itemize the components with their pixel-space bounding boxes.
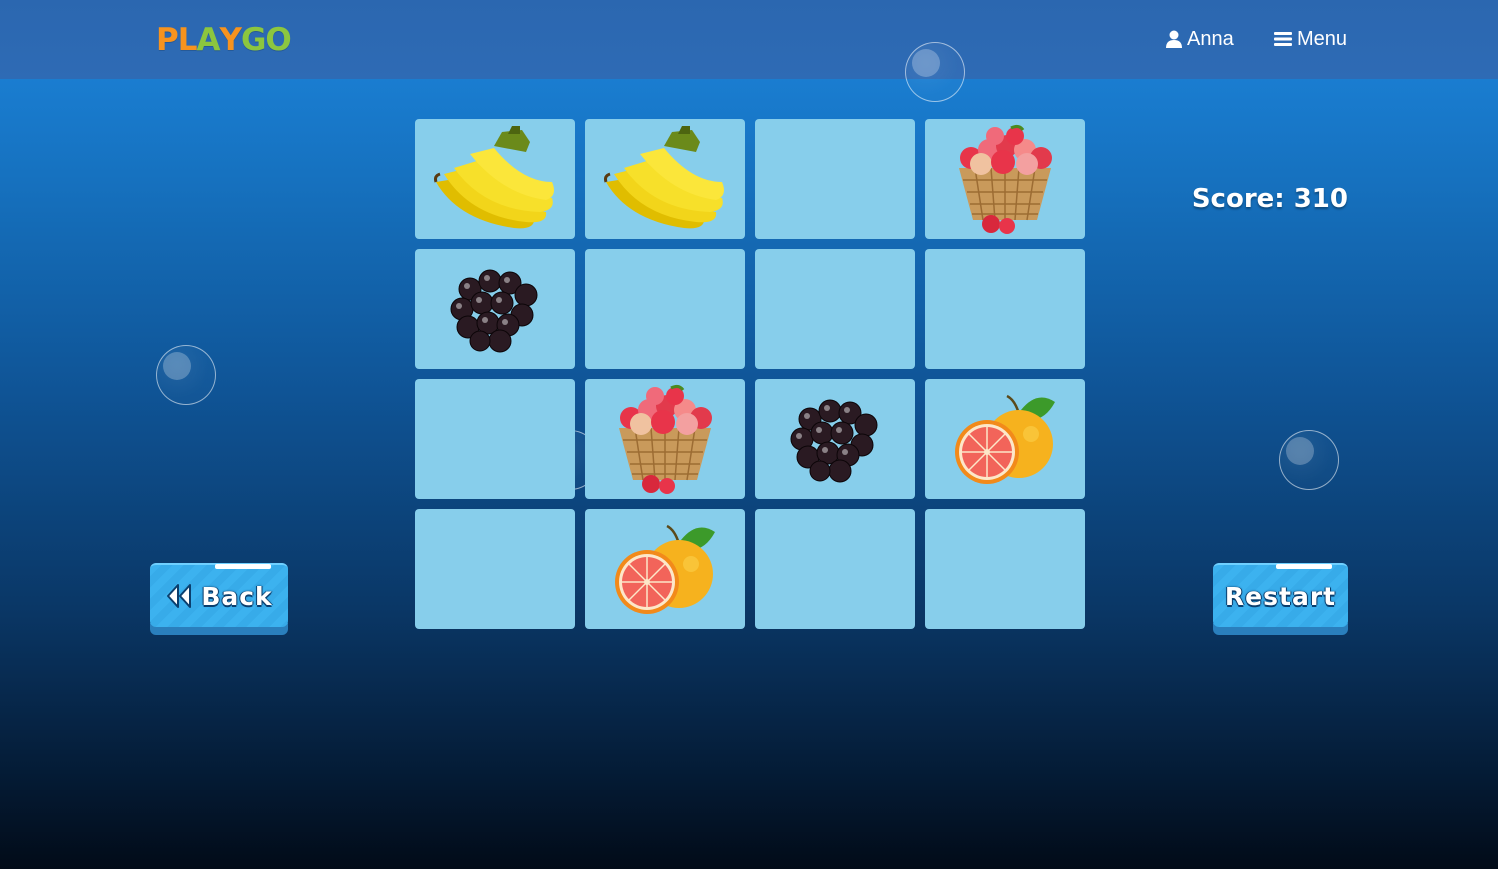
- grapefruit-image: [945, 384, 1065, 494]
- hamburger-icon: [1274, 32, 1292, 46]
- memory-card[interactable]: [585, 509, 745, 629]
- decorative-bubble: [905, 42, 965, 102]
- back-button-face: Back: [150, 563, 288, 627]
- memory-card[interactable]: [925, 379, 1085, 499]
- logo-letter: P: [156, 22, 179, 58]
- user-account-link[interactable]: Anna: [1166, 26, 1234, 52]
- menu-label: Menu: [1297, 27, 1348, 50]
- decorative-bubble: [156, 345, 216, 405]
- memory-card[interactable]: [415, 509, 575, 629]
- memory-card[interactable]: [415, 379, 575, 499]
- memory-card-board: [415, 119, 1085, 629]
- memory-card[interactable]: [755, 379, 915, 499]
- score-display: Score: 310: [1191, 184, 1348, 214]
- back-button-label: Back: [201, 581, 273, 611]
- apple-basket-image: [945, 124, 1065, 234]
- logo-letter: A: [196, 22, 221, 58]
- memory-card[interactable]: [585, 379, 745, 499]
- banana-image: [600, 124, 730, 234]
- logo-letter: Y: [219, 22, 242, 58]
- button-highlight: [215, 564, 271, 569]
- back-button[interactable]: Back: [150, 563, 288, 635]
- memory-card[interactable]: [925, 249, 1085, 369]
- banana-image: [430, 124, 560, 234]
- apple-basket-image: [605, 384, 725, 494]
- memory-card[interactable]: [925, 509, 1085, 629]
- restart-button[interactable]: Restart: [1213, 563, 1348, 635]
- memory-card[interactable]: [415, 119, 575, 239]
- user-icon: [1166, 30, 1182, 48]
- double-chevron-left-icon: [167, 584, 192, 608]
- blackberry-image: [780, 389, 890, 489]
- grapefruit-image: [605, 514, 725, 624]
- logo-letter: L: [177, 22, 198, 58]
- playgo-logo[interactable]: P L A Y G O: [156, 22, 292, 58]
- button-highlight: [1276, 564, 1332, 569]
- logo-letter: O: [265, 22, 291, 58]
- memory-card[interactable]: [585, 249, 745, 369]
- memory-card[interactable]: [585, 119, 745, 239]
- logo-letter: G: [240, 22, 266, 58]
- blackberry-image: [440, 259, 550, 359]
- memory-card[interactable]: [925, 119, 1085, 239]
- restart-button-face: Restart: [1213, 563, 1348, 627]
- memory-card[interactable]: [755, 509, 915, 629]
- user-name: Anna: [1187, 27, 1234, 50]
- menu-button[interactable]: Menu: [1274, 26, 1347, 52]
- top-bar: P L A Y G O Anna Menu: [0, 0, 1498, 79]
- decorative-bubble: [1279, 430, 1339, 490]
- restart-button-label: Restart: [1224, 581, 1337, 611]
- memory-card[interactable]: [415, 249, 575, 369]
- memory-card[interactable]: [755, 119, 915, 239]
- memory-card[interactable]: [755, 249, 915, 369]
